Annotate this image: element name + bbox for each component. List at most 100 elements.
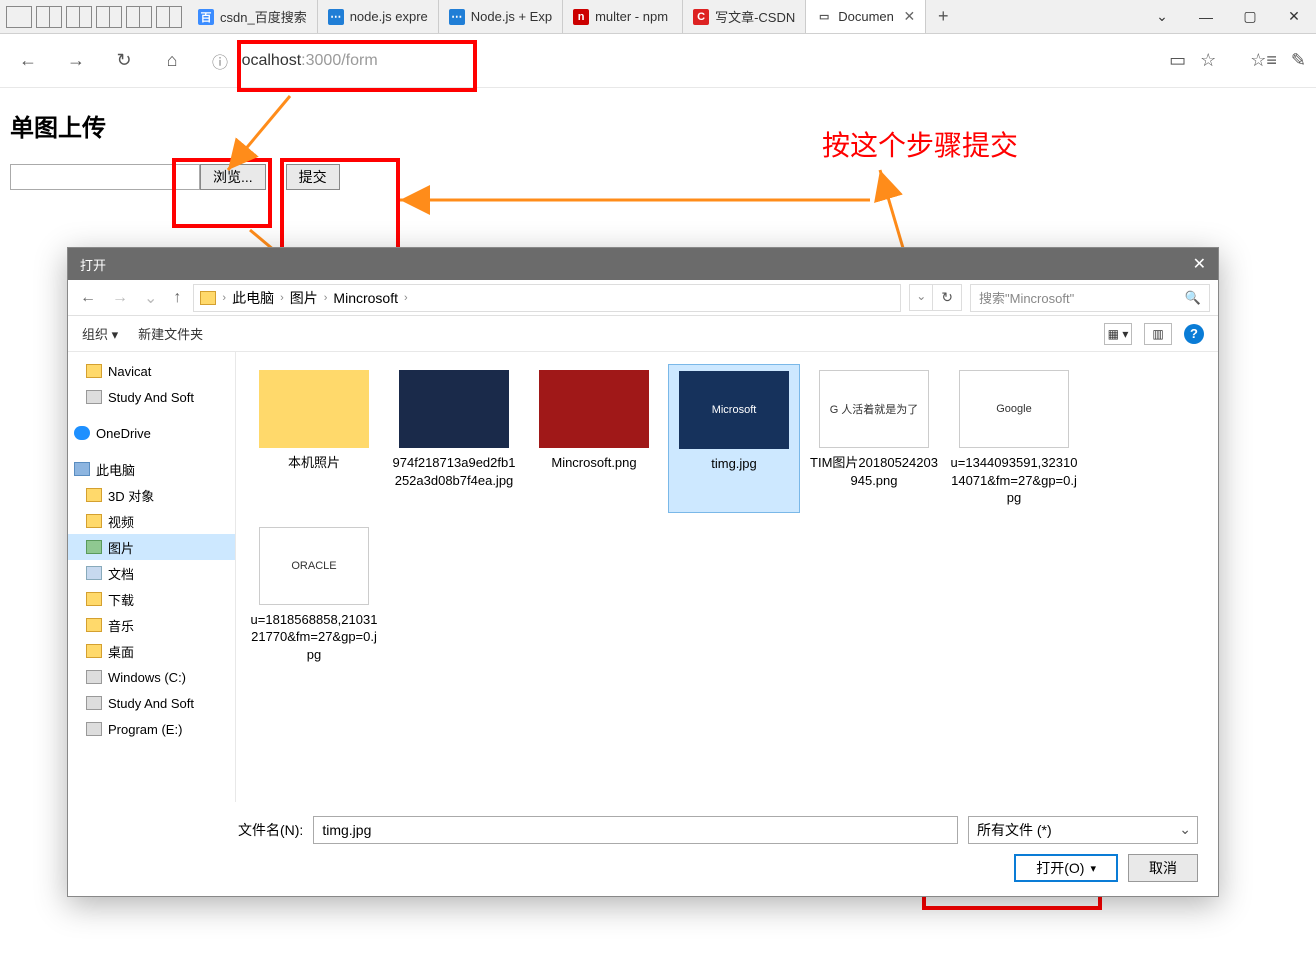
- tree-item-label: 下载: [108, 590, 134, 609]
- layout-icon[interactable]: [6, 6, 32, 28]
- minimize-icon[interactable]: —: [1184, 0, 1228, 33]
- tree-item[interactable]: 桌面: [68, 638, 235, 664]
- cloud-icon: [74, 426, 90, 440]
- file-name: TIM图片20180524203945.png: [810, 454, 938, 489]
- tree-item-label: 此电脑: [96, 460, 135, 479]
- dialog-toolbar: 组织 ▾ 新建文件夹 ▦ ▾ ▥ ?: [68, 316, 1218, 352]
- tree-item[interactable]: 此电脑: [68, 456, 235, 482]
- home-button[interactable]: ⌂: [154, 43, 190, 79]
- tree-item-label: 文档: [108, 564, 134, 583]
- layout-icon[interactable]: [96, 6, 122, 28]
- organize-menu[interactable]: 组织 ▾: [82, 324, 118, 343]
- breadcrumb-dropdown-icon[interactable]: ⌄: [910, 285, 932, 310]
- tree-item[interactable]: 视频: [68, 508, 235, 534]
- file-item[interactable]: Mincrosoft.png: [528, 364, 660, 513]
- window-layout-icons: [0, 0, 188, 33]
- file-item[interactable]: ORACLEu=1818568858,2103121770&fm=27&gp=0…: [248, 521, 380, 670]
- notes-icon[interactable]: ✎: [1291, 50, 1306, 71]
- drv-icon: [86, 696, 102, 710]
- tree-item[interactable]: 图片: [68, 534, 235, 560]
- tree-item-label: 视频: [108, 512, 134, 531]
- file-path-field[interactable]: [10, 164, 200, 190]
- browser-tab[interactable]: ⋯Node.js + Exp: [439, 0, 563, 33]
- new-tab-button[interactable]: +: [926, 0, 960, 33]
- refresh-button[interactable]: ↻: [106, 43, 142, 79]
- preview-pane-icon[interactable]: ▥: [1144, 323, 1172, 345]
- tree-item-label: Study And Soft: [108, 696, 194, 711]
- drv-icon: [86, 670, 102, 684]
- filename-input[interactable]: [313, 816, 958, 844]
- tree-item[interactable]: Program (E:): [68, 716, 235, 742]
- tree-item[interactable]: Study And Soft: [68, 690, 235, 716]
- file-item[interactable]: G 人活着就是为了TIM图片20180524203945.png: [808, 364, 940, 513]
- tree-item[interactable]: Navicat: [68, 358, 235, 384]
- browse-button[interactable]: 浏览...: [200, 164, 266, 190]
- layout-icon[interactable]: [66, 6, 92, 28]
- tab-label: multer - npm: [595, 9, 668, 24]
- address-bar[interactable]: ⓘ localhost:3000/form: [202, 43, 1157, 79]
- favorites-list-icon[interactable]: ☆≡: [1250, 50, 1277, 71]
- file-name: timg.jpg: [711, 455, 757, 473]
- fld-icon: [86, 514, 102, 528]
- maximize-icon[interactable]: ▢: [1228, 0, 1272, 33]
- browser-tab[interactable]: ▭Documen✕: [806, 0, 926, 33]
- history-dropdown-icon[interactable]: ⌄: [140, 288, 161, 308]
- forward-button[interactable]: →: [58, 43, 94, 79]
- fld-icon: [86, 364, 102, 378]
- fld-icon: [86, 488, 102, 502]
- tree-item[interactable]: 3D 对象: [68, 482, 235, 508]
- pc-icon: [74, 462, 90, 476]
- tab-label: 写文章-CSDN: [715, 7, 795, 26]
- fld-icon: [86, 592, 102, 606]
- new-folder-button[interactable]: 新建文件夹: [138, 324, 203, 343]
- file-item[interactable]: 974f218713a9ed2fb1252a3d08b7f4ea.jpg: [388, 364, 520, 513]
- favicon: ⋯: [328, 9, 344, 25]
- close-icon[interactable]: ✕: [1193, 254, 1206, 274]
- tree-item[interactable]: 文档: [68, 560, 235, 586]
- file-filter-combo[interactable]: 所有文件 (*): [968, 816, 1198, 844]
- submit-button[interactable]: 提交: [286, 164, 340, 190]
- refresh-icon[interactable]: ↻: [932, 285, 961, 310]
- tree-item-label: 3D 对象: [108, 486, 154, 505]
- file-item[interactable]: 本机照片: [248, 364, 380, 513]
- open-button[interactable]: 打开(O) ▾: [1014, 854, 1118, 882]
- reading-view-icon[interactable]: ▭: [1169, 50, 1186, 71]
- layout-icon[interactable]: [36, 6, 62, 28]
- folder-tree: NavicatStudy And SoftOneDrive此电脑3D 对象视频图…: [68, 352, 236, 802]
- chevron-down-icon[interactable]: ⌄: [1140, 0, 1184, 33]
- favicon: C: [693, 9, 709, 25]
- view-mode-icon[interactable]: ▦ ▾: [1104, 323, 1132, 345]
- tree-item[interactable]: 音乐: [68, 612, 235, 638]
- close-tab-icon[interactable]: ✕: [904, 8, 916, 25]
- forward-icon[interactable]: →: [108, 289, 132, 307]
- doc-icon: [86, 566, 102, 580]
- tree-item[interactable]: Windows (C:): [68, 664, 235, 690]
- tree-item[interactable]: Study And Soft: [68, 384, 235, 410]
- browser-tab[interactable]: nmulter - npm: [563, 0, 683, 33]
- cancel-button[interactable]: 取消: [1128, 854, 1198, 882]
- drv-icon: [86, 390, 102, 404]
- dialog-nav: ← → ⌄ ↑ › 此电脑› 图片› Mincrosoft› ⌄ ↻ 搜索"Mi…: [68, 280, 1218, 316]
- tree-item-label: 桌面: [108, 642, 134, 661]
- browser-tab[interactable]: ⋯node.js expre: [318, 0, 439, 33]
- layout-icon[interactable]: [156, 6, 182, 28]
- drv-icon: [86, 722, 102, 736]
- file-item[interactable]: Microsofttimg.jpg: [668, 364, 800, 513]
- up-icon[interactable]: ↑: [169, 289, 185, 307]
- help-icon[interactable]: ?: [1184, 324, 1204, 344]
- breadcrumb[interactable]: › 此电脑› 图片› Mincrosoft›: [193, 284, 901, 312]
- back-icon[interactable]: ←: [76, 289, 100, 307]
- favorite-icon[interactable]: ☆: [1200, 50, 1216, 71]
- tree-item[interactable]: 下载: [68, 586, 235, 612]
- close-icon[interactable]: ✕: [1272, 0, 1316, 33]
- file-item[interactable]: Googleu=1344093591,3231014071&fm=27&gp=0…: [948, 364, 1080, 513]
- layout-icon[interactable]: [126, 6, 152, 28]
- search-input[interactable]: 搜索"Mincrosoft" 🔍: [970, 284, 1210, 312]
- file-name: u=1344093591,3231014071&fm=27&gp=0.jpg: [950, 454, 1078, 507]
- back-button[interactable]: ←: [10, 43, 46, 79]
- browser-tab[interactable]: C 写文章-CSDN: [683, 0, 806, 33]
- file-thumbnail: [539, 370, 649, 448]
- tree-item[interactable]: OneDrive: [68, 420, 235, 446]
- file-thumbnail: ORACLE: [259, 527, 369, 605]
- browser-tab[interactable]: 百csdn_百度搜索: [188, 0, 318, 33]
